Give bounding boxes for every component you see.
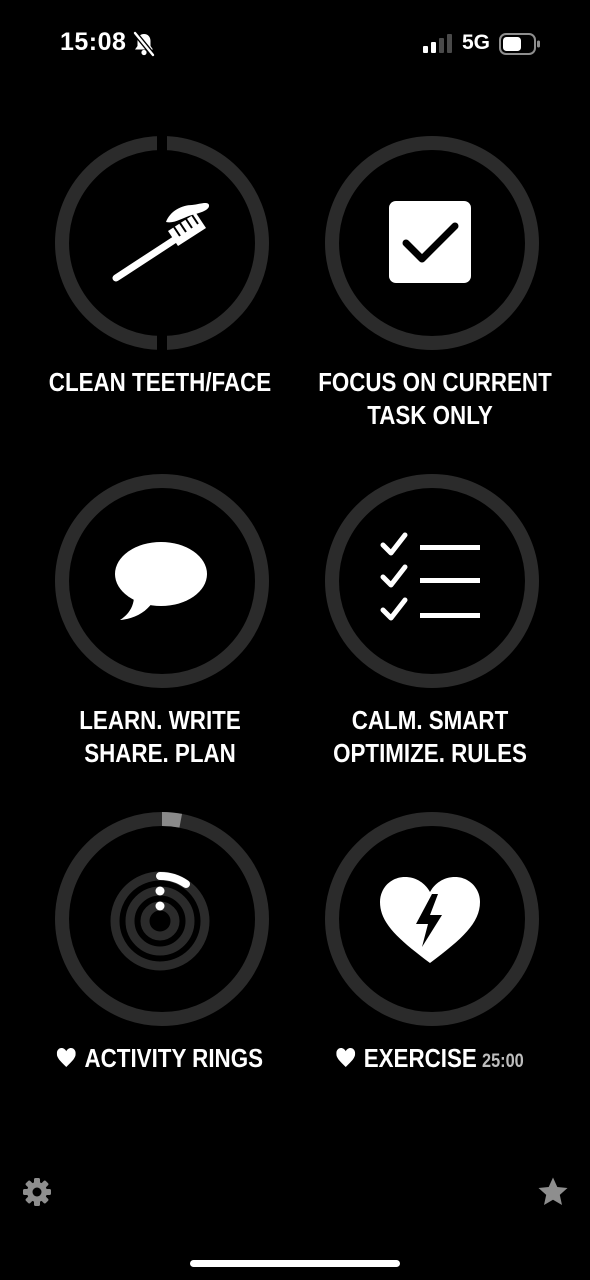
- label-line-2: OPTIMIZE. RULES: [333, 738, 527, 768]
- tile-label: CALM. SMART OPTIMIZE. RULES: [318, 704, 542, 770]
- signal-icon: [423, 33, 453, 58]
- label-line-1: ACTIVITY RINGS: [48, 1042, 272, 1076]
- tile-title: ACTIVITY RINGS: [84, 1043, 263, 1073]
- status-bar: 15:08 5G: [0, 0, 590, 90]
- label-line-1: CALM. SMART: [351, 705, 509, 735]
- speech-bubble-icon: [114, 541, 208, 628]
- battery-icon: [499, 33, 541, 60]
- tile-label: EXERCISE 25:00: [318, 1042, 542, 1078]
- gear-icon[interactable]: [22, 1177, 52, 1212]
- heart-bolt-icon: [380, 877, 480, 970]
- label-line-1: FOCUS ON CURRENT: [318, 367, 552, 397]
- checklist-icon: [380, 531, 482, 632]
- tile-label: LEARN. WRITE SHARE. PLAN: [48, 704, 272, 770]
- toothbrush-icon: [110, 199, 212, 290]
- star-icon[interactable]: [537, 1176, 569, 1213]
- exercise-timer: 25:00: [481, 1051, 524, 1072]
- label-line-1: EXERCISE 25:00: [318, 1042, 542, 1078]
- label-line-1: LEARN. WRITE: [79, 705, 241, 735]
- home-indicator[interactable]: [190, 1260, 400, 1267]
- tile-title: EXERCISE: [363, 1043, 477, 1073]
- heart-icon: [336, 1043, 356, 1076]
- checkbox-icon: [389, 201, 471, 288]
- progress-arc: [161, 812, 183, 828]
- label-line-1: CLEAN TEETH/FACE: [48, 367, 272, 397]
- network-type: 5G: [462, 31, 491, 54]
- label-line-2: TASK ONLY: [367, 400, 493, 430]
- tile-label: CLEAN TEETH/FACE: [48, 366, 272, 399]
- status-time: 15:08: [60, 28, 127, 56]
- bell-slash-icon: [132, 31, 156, 62]
- tile-label: FOCUS ON CURRENT TASK ONLY: [318, 366, 552, 432]
- activity-rings-icon: [110, 869, 212, 976]
- heart-icon: [56, 1043, 76, 1076]
- tile-label: ACTIVITY RINGS: [48, 1042, 272, 1076]
- label-line-2: SHARE. PLAN: [84, 738, 236, 768]
